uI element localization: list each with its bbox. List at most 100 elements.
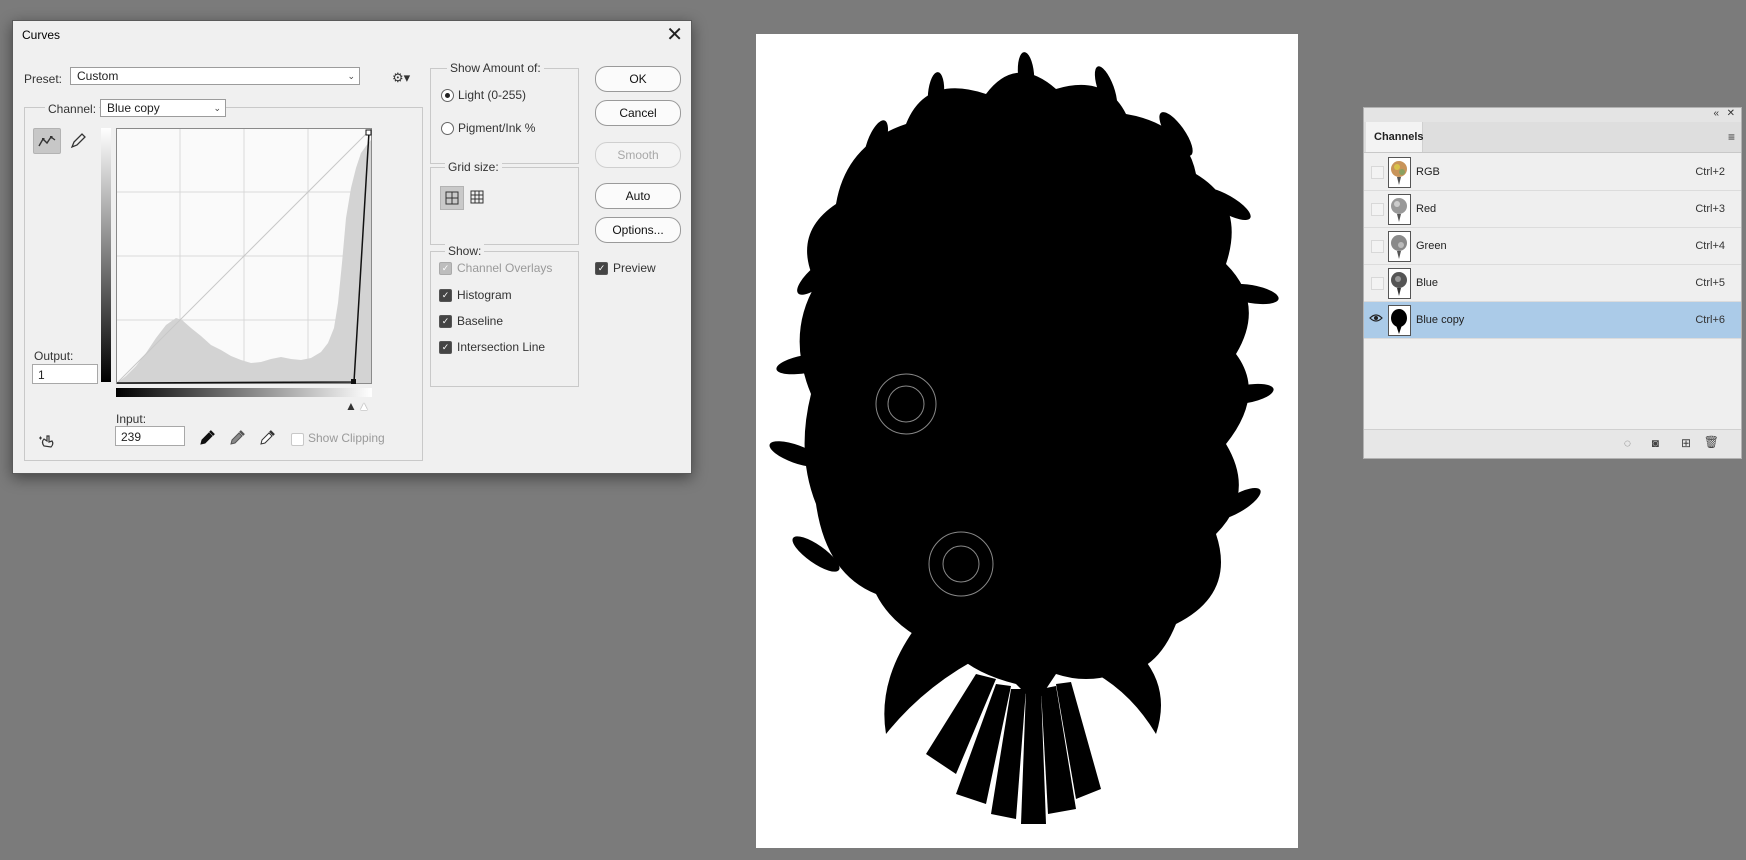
- black-point-slider[interactable]: ▲: [345, 399, 357, 413]
- save-selection-icon[interactable]: ◙: [1652, 436, 1659, 450]
- input-field[interactable]: 239: [115, 426, 185, 446]
- channel-name: RGB: [1416, 166, 1440, 178]
- grid-4-icon: [445, 191, 459, 205]
- channel-thumbnail: [1388, 157, 1411, 188]
- gear-icon[interactable]: ⚙▾: [392, 70, 410, 86]
- channel-shortcut: Ctrl+6: [1695, 314, 1725, 326]
- visibility-toggle[interactable]: [1371, 240, 1384, 253]
- trash-icon[interactable]: 🗑: [1704, 435, 1719, 449]
- gray-eyedropper-icon[interactable]: [228, 428, 246, 449]
- eyedropper-black: [200, 430, 215, 445]
- show-amount-group: Show Amount of:: [430, 61, 579, 164]
- chevron-down-icon: ⌄: [347, 71, 355, 81]
- channel-thumbnail: [1388, 305, 1411, 336]
- white-point-slider[interactable]: ▲: [358, 399, 370, 413]
- channel-name: Red: [1416, 203, 1437, 215]
- simple-grid-button[interactable]: [440, 186, 464, 210]
- histogram-label: Histogram: [457, 288, 512, 302]
- preset-label: Preset:: [24, 72, 63, 86]
- channel-label: Channel:: [45, 102, 100, 116]
- new-channel-icon[interactable]: ⊞: [1681, 436, 1691, 450]
- thumbnail-image: [1391, 198, 1407, 222]
- curve-point-top[interactable]: [365, 129, 372, 136]
- eye-icon[interactable]: [1369, 312, 1383, 327]
- channel-row-red[interactable]: Red Ctrl+3: [1364, 191, 1741, 228]
- document-canvas[interactable]: [756, 34, 1298, 848]
- show-clipping-label: Show Clipping: [308, 431, 385, 445]
- preset-select[interactable]: Custom ⌄: [70, 67, 360, 85]
- black-eyedropper-icon[interactable]: [198, 428, 216, 450]
- channel-row-green[interactable]: Green Ctrl+4: [1364, 228, 1741, 265]
- channel-overlays-label: Channel Overlays: [457, 261, 553, 275]
- visibility-toggle[interactable]: [1371, 277, 1384, 290]
- cancel-button[interactable]: Cancel: [595, 100, 681, 126]
- show-clipping-checkbox[interactable]: [291, 433, 304, 446]
- panel-menu-icon[interactable]: ≡: [1728, 130, 1735, 144]
- channel-name: Blue: [1416, 277, 1439, 289]
- hand-arrows-icon: [39, 435, 54, 448]
- thumbnail-image: [1391, 161, 1407, 185]
- close-icon[interactable]: ✕: [666, 23, 683, 47]
- panel-footer: ◌ ◙ ⊞ 🗑: [1364, 429, 1741, 458]
- preview-label: Preview: [613, 261, 656, 275]
- input-gradient: [116, 388, 372, 397]
- eye-shape: [1369, 314, 1383, 322]
- intersection-line-label: Intersection Line: [457, 340, 546, 354]
- grid-size-title: Grid size:: [445, 160, 502, 174]
- show-amount-title: Show Amount of:: [447, 61, 544, 75]
- baseline-checkbox[interactable]: ✓: [439, 315, 452, 328]
- channel-select[interactable]: Blue copy ⌄: [100, 99, 226, 117]
- targeted-adjustment-icon[interactable]: [37, 432, 59, 453]
- detailed-grid-button[interactable]: [466, 186, 488, 208]
- channel-row-blue[interactable]: Blue Ctrl+5: [1364, 265, 1741, 302]
- curves-dialog: Curves ✕ Preset: Custom ⌄ ⚙▾ Channel: Bl…: [12, 20, 692, 474]
- options-button[interactable]: Options...: [595, 217, 681, 243]
- panel-titlebar: « ✕: [1364, 108, 1741, 122]
- thumbnail-image: [1391, 235, 1407, 259]
- curve-point-bottom[interactable]: [351, 379, 356, 384]
- channel-name: Green: [1416, 240, 1447, 252]
- preview-checkbox[interactable]: ✓: [595, 262, 608, 275]
- load-selection-icon[interactable]: ◌: [1624, 436, 1631, 450]
- channel-shortcut: Ctrl+4: [1695, 240, 1725, 252]
- channel-row-rgb[interactable]: RGB Ctrl+2: [1364, 154, 1741, 191]
- thumbnail-image: [1391, 309, 1407, 334]
- smooth-button[interactable]: Smooth: [595, 142, 681, 168]
- output-gradient: [101, 128, 111, 382]
- baseline-label: Baseline: [457, 314, 504, 328]
- visibility-toggle[interactable]: [1371, 203, 1384, 216]
- channel-shortcut: Ctrl+3: [1695, 203, 1725, 215]
- intersection-line-checkbox[interactable]: ✓: [439, 341, 452, 354]
- channel-row-blue-copy[interactable]: Blue copy Ctrl+6: [1364, 302, 1741, 339]
- visibility-toggle[interactable]: [1371, 166, 1384, 179]
- channels-panel: « ✕ Channels ≡ RGB Ctrl+2 Red Ctrl+3 Gre…: [1363, 107, 1742, 459]
- auto-button[interactable]: Auto: [595, 183, 681, 209]
- histogram-checkbox[interactable]: ✓: [439, 289, 452, 302]
- curve-point-tool[interactable]: [33, 128, 61, 154]
- show-title: Show:: [445, 244, 485, 258]
- dialog-title: Curves: [22, 28, 61, 42]
- channel-shortcut: Ctrl+5: [1695, 277, 1725, 289]
- ok-button[interactable]: OK: [595, 66, 681, 92]
- channel-overlays-checkbox[interactable]: ✓: [439, 262, 452, 275]
- curve-graph[interactable]: [116, 128, 372, 384]
- input-label: Input:: [116, 412, 147, 426]
- channel-value: Blue copy: [107, 101, 160, 115]
- tab-channels[interactable]: Channels: [1366, 122, 1424, 152]
- channel-shortcut: Ctrl+2: [1695, 166, 1725, 178]
- white-eyedropper-icon[interactable]: [258, 428, 276, 449]
- collapse-icon[interactable]: «: [1713, 108, 1719, 119]
- pigment-radio[interactable]: [441, 122, 454, 135]
- light-radio[interactable]: [441, 89, 454, 102]
- channel-thumbnail: [1388, 194, 1411, 225]
- output-field[interactable]: 1: [32, 364, 98, 384]
- light-label: Light (0-255): [458, 88, 527, 102]
- pencil-icon: [70, 133, 86, 149]
- close-icon[interactable]: ✕: [1727, 108, 1735, 119]
- curve-icon: [38, 135, 56, 147]
- pigment-label: Pigment/Ink %: [458, 121, 536, 135]
- eyedropper-gray: [230, 430, 245, 445]
- channel-name: Blue copy: [1416, 314, 1465, 326]
- pencil-tool[interactable]: [65, 128, 91, 152]
- bouquet-silhouette-image: [769, 52, 1279, 824]
